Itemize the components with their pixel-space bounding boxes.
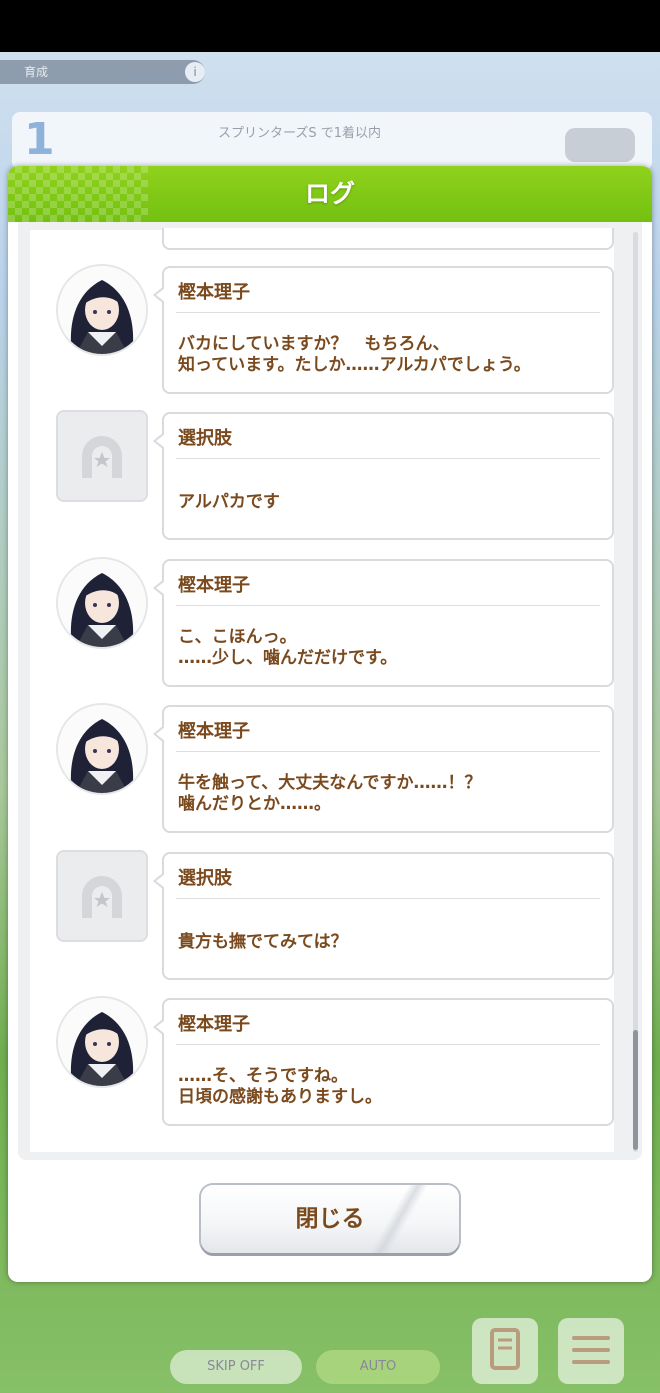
log-message: 貴方も撫でてみては？ — [178, 932, 348, 952]
speaker-name: 樫本理子 — [178, 721, 250, 742]
menu-button — [558, 1318, 624, 1384]
hud-goal-panel — [12, 112, 652, 170]
log-menu-button — [472, 1318, 538, 1384]
log-bubble: 樫本理子 牛を触って、大丈夫なんですか……！？ 噛んだりとか……。 — [153, 705, 614, 833]
turn-counter: 1 — [24, 114, 55, 165]
log-message: アルパカです — [178, 492, 280, 512]
character-portrait-icon — [58, 705, 146, 793]
skip-button: SKIP OFF — [170, 1350, 302, 1384]
status-bar — [0, 0, 660, 52]
scrollbar-track[interactable] — [633, 232, 638, 1152]
hud-strip: 育成 — [0, 60, 205, 84]
hamburger-icon — [572, 1336, 610, 1340]
character-portrait-icon — [58, 998, 146, 1086]
log-bubble: 選択肢 貴方も撫でてみては？ — [153, 852, 614, 980]
auto-button: AUTO — [316, 1350, 440, 1384]
close-button[interactable]: 閉じる — [201, 1185, 459, 1253]
bubble-divider — [176, 898, 600, 899]
log-entry-partial — [162, 228, 614, 250]
log-message: こ、こほんっ。 ……少し、噛んだだけです。 — [178, 627, 398, 668]
log-message: バカにしていますか？ もちろん、 知っています。たしか……アルカパでしょう。 — [178, 334, 531, 375]
close-button-label: 閉じる — [295, 1206, 365, 1232]
speaker-name: 樫本理子 — [178, 1014, 250, 1035]
character-portrait-icon — [58, 559, 146, 647]
speaker-name: 選択肢 — [178, 868, 232, 889]
dialog-title: ログ — [304, 179, 355, 208]
bubble-divider — [176, 751, 600, 752]
bubble-divider — [176, 605, 600, 606]
dialog-header: ログ — [8, 166, 652, 222]
log-message: 牛を触って、大丈夫なんですか……！？ 噛んだりとか……。 — [178, 773, 482, 814]
info-icon: i — [185, 62, 205, 82]
avatar-kashimoto — [58, 559, 146, 647]
hud-button — [565, 128, 635, 162]
bubble-divider — [176, 458, 600, 459]
speaker-name: 選択肢 — [178, 428, 232, 449]
avatar-kashimoto — [58, 266, 146, 354]
avatar-kashimoto — [58, 998, 146, 1086]
log-bubble: 樫本理子 ……そ、そうですね。 日頃の感謝もありますし。 — [153, 998, 614, 1126]
avatar-kashimoto — [58, 705, 146, 793]
log-icon — [490, 1328, 520, 1370]
log-bubble: 樫本理子 こ、こほんっ。 ……少し、噛んだだけです。 — [153, 559, 614, 687]
character-portrait-icon — [58, 266, 146, 354]
speaker-name: 樫本理子 — [178, 282, 250, 303]
log-bubble: 樫本理子 バカにしていますか？ もちろん、 知っています。たしか……アルカパでし… — [153, 266, 614, 394]
log-message: ……そ、そうですね。 日頃の感謝もありますし。 — [178, 1066, 382, 1107]
hud-strip-label: 育成 — [24, 65, 49, 79]
horseshoe-icon — [58, 412, 146, 500]
bubble-divider — [176, 1044, 600, 1045]
horseshoe-icon — [58, 852, 146, 940]
speaker-name: 樫本理子 — [178, 575, 250, 596]
choice-icon — [58, 852, 146, 940]
goal-text: スプリンターズS で1着以内 — [218, 126, 382, 141]
bubble-divider — [176, 312, 600, 313]
choice-icon — [58, 412, 146, 500]
scrollbar-thumb[interactable] — [633, 1030, 638, 1150]
log-bubble: 選択肢 アルパカです — [153, 412, 614, 540]
